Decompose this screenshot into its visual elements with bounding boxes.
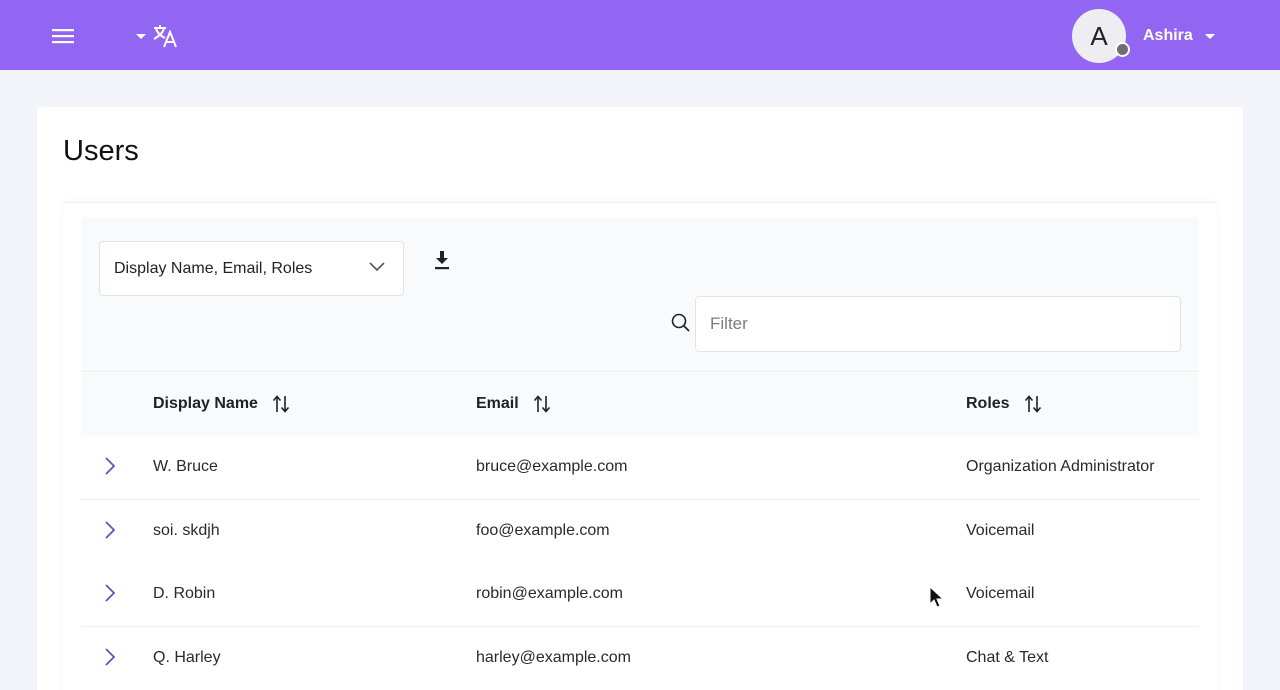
top-bar: A Ashira bbox=[0, 0, 1280, 70]
chevron-right-icon[interactable] bbox=[103, 583, 117, 603]
chevron-right-icon[interactable] bbox=[103, 456, 117, 476]
columns-select[interactable]: Display Name, Email, Roles bbox=[99, 241, 404, 296]
cell-email: foo@example.com bbox=[476, 522, 610, 539]
language-selector[interactable] bbox=[130, 20, 186, 52]
column-header-label: Email bbox=[476, 395, 519, 412]
table-header: Display Name Email Roles bbox=[81, 373, 1199, 436]
cell-email: harley@example.com bbox=[476, 649, 631, 666]
caret-down-icon[interactable] bbox=[1204, 33, 1215, 39]
status-dot bbox=[1115, 42, 1130, 57]
column-header-label: Display Name bbox=[153, 395, 258, 412]
table-row[interactable]: W. Bruce bruce@example.com Organization … bbox=[81, 436, 1199, 500]
page-title: Users bbox=[63, 135, 139, 167]
cell-roles: Chat & Text bbox=[966, 649, 1049, 666]
search-icon bbox=[671, 313, 690, 332]
avatar[interactable]: A bbox=[1072, 9, 1130, 63]
table-row[interactable]: soi. skdjh foo@example.com Voicemail bbox=[81, 500, 1199, 564]
sort-icon[interactable] bbox=[533, 394, 551, 414]
avatar-initial: A bbox=[1090, 20, 1108, 51]
hamburger-menu-button[interactable] bbox=[48, 22, 78, 50]
chevron-right-icon[interactable] bbox=[103, 647, 117, 667]
cell-display-name: D. Robin bbox=[153, 585, 216, 602]
cell-roles: Organization Administrator bbox=[966, 458, 1155, 475]
chevron-right-icon[interactable] bbox=[103, 520, 117, 540]
sort-icon[interactable] bbox=[1024, 394, 1042, 414]
user-menu[interactable]: A Ashira bbox=[1070, 8, 1230, 64]
cell-email: bruce@example.com bbox=[476, 458, 628, 475]
columns-select-value: Display Name, Email, Roles bbox=[114, 259, 313, 277]
cell-roles: Voicemail bbox=[966, 522, 1035, 539]
download-icon bbox=[435, 251, 449, 270]
table-row[interactable]: D. Robin robin@example.com Voicemail bbox=[81, 563, 1199, 627]
table-toolbar: Display Name, Email, Roles bbox=[81, 217, 1199, 372]
users-table-panel: Display Name, Email, Roles Display Name bbox=[63, 202, 1217, 690]
cell-display-name: soi. skdjh bbox=[153, 522, 220, 539]
hamburger-menu-icon bbox=[52, 29, 74, 44]
cell-display-name: Q. Harley bbox=[153, 649, 221, 666]
mouse-cursor-icon bbox=[929, 586, 945, 608]
column-header-roles[interactable]: Roles bbox=[966, 394, 1042, 414]
table-row[interactable]: Q. Harley harley@example.com Chat & Text bbox=[81, 627, 1199, 690]
cell-display-name: W. Bruce bbox=[153, 458, 218, 475]
column-header-email[interactable]: Email bbox=[476, 394, 551, 414]
cell-roles: Voicemail bbox=[966, 585, 1035, 602]
language-icon bbox=[153, 25, 177, 48]
caret-down-icon bbox=[136, 33, 146, 39]
chevron-down-icon bbox=[369, 262, 385, 272]
column-header-label: Roles bbox=[966, 395, 1010, 412]
users-card: Users Display Name, Email, Roles Filter … bbox=[37, 107, 1243, 690]
filter-input[interactable] bbox=[695, 296, 1181, 352]
user-name[interactable]: Ashira bbox=[1143, 27, 1193, 45]
cell-email: robin@example.com bbox=[476, 585, 623, 602]
sort-icon[interactable] bbox=[272, 394, 290, 414]
download-button[interactable] bbox=[433, 249, 451, 273]
column-header-display-name[interactable]: Display Name bbox=[153, 394, 290, 414]
